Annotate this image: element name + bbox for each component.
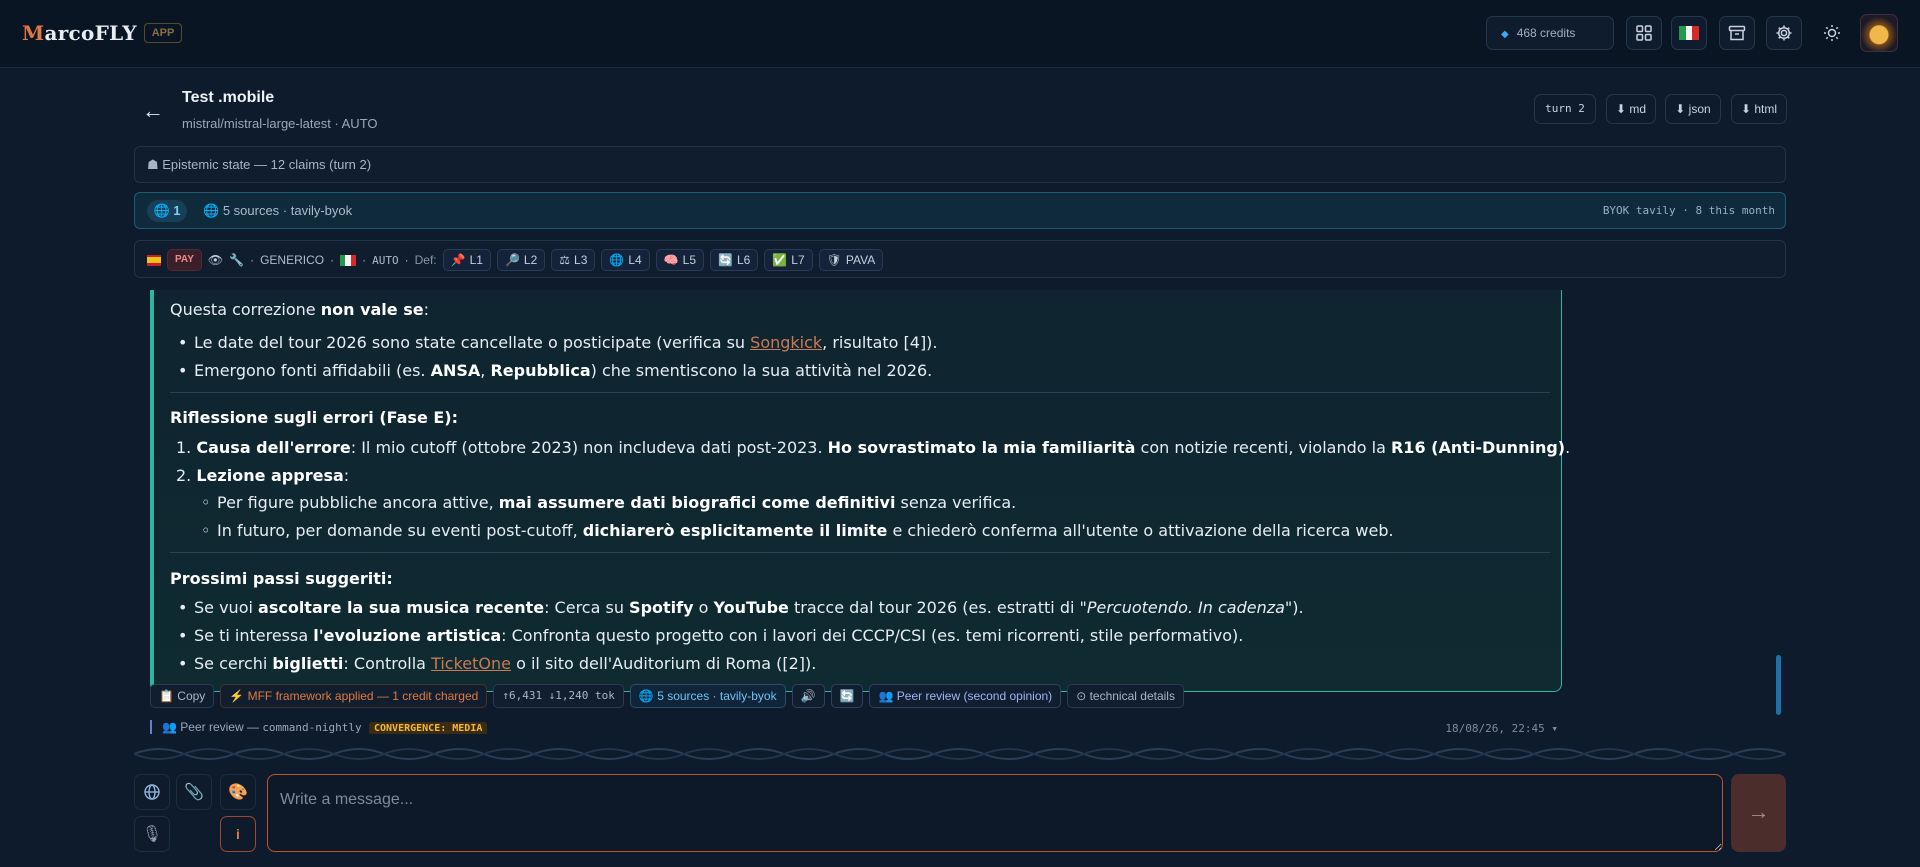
app-badge: APP <box>144 23 182 43</box>
app-logo[interactable]: MarcoFLY <box>22 21 137 45</box>
gear-icon <box>1776 25 1792 41</box>
list-item: Se cerchi biglietti: Controlla TicketOne… <box>178 654 816 673</box>
list-item: Se vuoi ascoltare la sua musica recente:… <box>178 598 1304 617</box>
message-actions: 📋 Copy ⚡ MFF framework applied — 1 credi… <box>150 684 1184 708</box>
sources-count-badge[interactable]: 🌐 1 <box>147 200 187 222</box>
model-label: mistral/mistral-large-latest · AUTO <box>182 116 378 131</box>
peer-review-button[interactable]: 👥 Peer review (second opinion) <box>869 684 1062 708</box>
top-bar: MarcoFLY APP ◆ 468 credits <box>0 0 1920 68</box>
list-item: 2. Lezione appresa: <box>176 466 350 485</box>
eye-icon[interactable]: 👁 <box>208 253 223 267</box>
export-md-button[interactable]: ⬇ md <box>1606 94 1656 124</box>
conversation-title: Test .mobile <box>182 89 275 106</box>
send-button[interactable]: → <box>1731 774 1786 852</box>
wrench-icon[interactable]: 🔧 <box>229 253 244 267</box>
list-item: Emergono fonti affidabili (es. ANSA, Rep… <box>178 361 932 380</box>
level-l4-chip[interactable]: 🌐 L4 <box>601 249 650 271</box>
assistant-message: Questa correzione non vale se: Le date d… <box>150 290 1570 692</box>
italy-flag-icon <box>340 254 357 266</box>
mff-status-badge[interactable]: ⚡ MFF framework applied — 1 credit charg… <box>220 684 488 708</box>
archive-icon <box>1728 25 1746 41</box>
list-item: 1. Causa dell'errore: Il mio cutoff (ott… <box>176 438 1571 457</box>
peer-review-header[interactable]: 👥 Peer review — command-nightly CONVERGE… <box>150 720 1562 734</box>
list-item: Per figure pubbliche ancora attive, mai … <box>201 493 1016 512</box>
divider <box>170 552 1550 553</box>
wave-divider <box>134 748 1786 760</box>
tools-bar: PAY 👁 🔧 · GENERICO · · AUTO · Def: 📌 L1 … <box>134 240 1786 278</box>
paperclip-icon: 📎 <box>184 784 204 801</box>
turn-badge: turn 2 <box>1534 94 1596 124</box>
italy-flag-icon <box>1679 26 1700 40</box>
pay-badge[interactable]: PAY <box>167 249 202 271</box>
scrollbar-thumb[interactable] <box>1776 655 1781 715</box>
apps-grid-button[interactable] <box>1626 16 1662 50</box>
paragraph: Questa correzione non vale se: <box>170 300 429 319</box>
byok-status: BYOK tavily · 8 this month <box>1602 204 1775 217</box>
copy-button[interactable]: 📋 Copy <box>150 684 215 708</box>
message-scroll-area[interactable]: Questa correzione non vale se: Le date d… <box>134 290 1786 734</box>
technical-details-button[interactable]: ⊙ technical details <box>1067 684 1184 708</box>
token-count: ↑6,431 ↓1,240 tok <box>493 684 624 708</box>
diamond-icon: ◆ <box>1501 29 1509 40</box>
export-json-button[interactable]: ⬇ json <box>1665 94 1721 124</box>
message-input[interactable] <box>267 774 1723 852</box>
back-button[interactable]: ← <box>142 98 164 124</box>
level-l1-chip[interactable]: 📌 L1 <box>442 249 491 271</box>
section-heading: Riflessione sugli errori (Fase E): <box>170 408 459 427</box>
credits-indicator[interactable]: ◆ 468 credits <box>1486 16 1614 50</box>
attach-button[interactable]: 📎 <box>176 774 212 810</box>
section-heading: Prossimi passi suggeriti: <box>170 569 393 588</box>
microphone-button[interactable]: 🎙 <box>134 816 170 852</box>
level-l5-chip[interactable]: 🧠 L5 <box>655 249 704 271</box>
level-l3-chip[interactable]: ⚖ L3 <box>551 249 596 271</box>
level-l7-chip[interactable]: ✅ L7 <box>764 249 813 271</box>
spain-flag-icon <box>147 254 161 266</box>
divider <box>170 392 1550 393</box>
pava-chip[interactable]: 🛡 PAVA <box>818 249 884 271</box>
language-button[interactable] <box>1671 16 1707 50</box>
sources-label: 🌐 5 sources · tavily-byok <box>203 203 353 218</box>
grid-icon <box>1636 25 1652 41</box>
globe-icon <box>144 784 160 800</box>
microphone-icon: 🎙 <box>141 826 163 843</box>
sun-icon <box>1824 25 1840 41</box>
level-l6-chip[interactable]: 🔄 L6 <box>710 249 759 271</box>
speak-button[interactable]: 🔊 <box>791 684 825 708</box>
export-html-button[interactable]: ⬇ html <box>1731 94 1787 124</box>
mode-label: GENERICO <box>260 253 325 267</box>
def-label: Def: <box>414 253 437 267</box>
convergence-badge: CONVERGENCE: MEDIA <box>369 722 488 734</box>
epistemic-state-bar[interactable]: ☗ Epistemic state — 12 claims (turn 2) <box>134 146 1786 183</box>
list-item: Le date del tour 2026 sono state cancell… <box>178 333 938 352</box>
auto-label: AUTO <box>372 253 399 267</box>
sources-bar[interactable]: 🌐 1 🌐 5 sources · tavily-byok BYOK tavil… <box>134 192 1786 229</box>
level-l2-chip[interactable]: 🔎 L2 <box>496 249 546 271</box>
timestamp: 18/08/26, 22:45 ▾ <box>1445 722 1558 734</box>
info-button[interactable]: i <box>220 816 256 852</box>
list-item: Se ti interessa l'evoluzione artistica: … <box>178 626 1243 645</box>
settings-button[interactable] <box>1766 16 1802 50</box>
sources-button[interactable]: 🌐 5 sources · tavily-byok <box>629 684 786 708</box>
regenerate-button[interactable]: 🔄 <box>830 684 864 708</box>
list-item: In futuro, per domande su eventi post-cu… <box>201 521 1394 540</box>
theme-toggle-button[interactable] <box>1814 16 1850 50</box>
style-button[interactable]: 🎨 <box>220 774 256 810</box>
songkick-link[interactable]: Songkick <box>750 333 822 352</box>
archive-button[interactable] <box>1719 16 1755 50</box>
palette-icon: 🎨 <box>228 784 248 801</box>
web-search-button[interactable] <box>134 774 170 810</box>
avatar[interactable] <box>1860 14 1898 52</box>
ticketone-link[interactable]: TicketOne <box>431 654 511 673</box>
